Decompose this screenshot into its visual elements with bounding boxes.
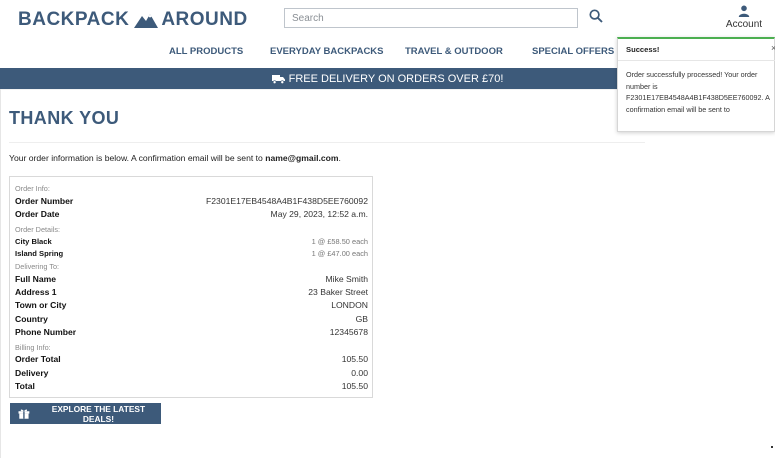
section-heading-delivering-to: Delivering To:	[15, 261, 60, 271]
order-intro-text: Your order information is below. A confi…	[9, 153, 341, 163]
scroll-indicator	[771, 446, 773, 448]
nav-item-everyday-backpacks[interactable]: EVERYDAY BACKPACKS	[270, 46, 384, 57]
total-value: 105.50	[341, 381, 368, 391]
divider	[9, 142, 645, 143]
section-heading-order-details: Order Details:	[15, 224, 61, 234]
order-summary-card: Order Info: Order Number F2301E17EB4548A…	[9, 176, 373, 398]
order-date-row: Order Date May 29, 2023, 12:52 a.m.	[15, 208, 368, 220]
gift-icon	[18, 409, 30, 419]
user-icon	[738, 5, 750, 17]
line-item-qty-price: 1 @ £47.00 each	[311, 248, 368, 258]
explore-deals-button[interactable]: EXPLORE THE LATEST DEALS!	[10, 403, 161, 424]
nav-item-travel-outdoor[interactable]: TRAVEL & OUTDOOR	[405, 46, 503, 57]
nav-item-all-products[interactable]: ALL PRODUCTS	[169, 46, 243, 57]
section-heading-billing-info: Billing Info:	[15, 342, 51, 352]
order-number-label: Order Number	[15, 196, 74, 206]
town-row: Town or City LONDON	[15, 299, 368, 311]
intro-suffix: .	[338, 153, 341, 163]
search-icon	[589, 9, 603, 23]
order-total-value: 105.50	[341, 354, 368, 364]
full-name-value: Mike Smith	[325, 274, 369, 284]
total-row: Total 105.50	[15, 380, 368, 392]
delivery-label: Delivery	[15, 368, 49, 378]
address1-label: Address 1	[15, 287, 57, 297]
line-item-name: Island Spring	[15, 248, 64, 258]
toast-title: Success!	[626, 45, 660, 54]
line-item: City Black 1 @ £58.50 each	[15, 235, 368, 247]
country-label: Country	[15, 314, 48, 324]
order-date-label: Order Date	[15, 209, 60, 219]
delivery-value: 0.00	[351, 368, 368, 378]
close-icon[interactable]: ×	[771, 43, 775, 53]
town-label: Town or City	[15, 300, 67, 310]
country-value: GB	[355, 314, 368, 324]
line-item-name: City Black	[15, 236, 52, 246]
order-total-label: Order Total	[15, 354, 61, 364]
address1-value: 23 Baker Street	[308, 287, 368, 297]
search-button[interactable]	[589, 9, 605, 25]
full-name-row: Full Name Mike Smith	[15, 273, 368, 285]
section-heading-order-info: Order Info:	[15, 183, 50, 193]
success-toast: Success! × Order successfully processed!…	[617, 37, 775, 132]
nav-item-special-offers[interactable]: SPECIAL OFFERS	[532, 46, 614, 57]
full-name-label: Full Name	[15, 274, 57, 284]
intro-prefix: Your order information is below. A confi…	[9, 153, 263, 163]
page-title: THANK YOU	[9, 108, 120, 128]
total-label: Total	[15, 381, 35, 391]
country-row: Country GB	[15, 313, 368, 325]
account-label: Account	[725, 19, 763, 30]
site-logo[interactable]: BACKPACK AROUND	[18, 8, 248, 32]
delivery-row: Delivery 0.00	[15, 367, 368, 379]
phone-value: 12345678	[329, 327, 368, 337]
address1-row: Address 1 23 Baker Street	[15, 286, 368, 298]
search-input[interactable]	[284, 8, 578, 28]
divider	[0, 89, 1, 458]
toast-message: Order successfully processed! Your order…	[626, 70, 770, 114]
mountain-icon	[134, 14, 159, 28]
phone-row: Phone Number 12345678	[15, 326, 368, 338]
line-item-qty-price: 1 @ £58.50 each	[311, 236, 368, 246]
line-item: Island Spring 1 @ £47.00 each	[15, 247, 368, 259]
brand-name-left: BACKPACK	[18, 9, 130, 30]
divider	[0, 89, 645, 90]
account-link[interactable]: Account	[724, 5, 764, 30]
order-number-row: Order Number F2301E17EB4548A4B1F438D5EE7…	[15, 195, 368, 207]
phone-label: Phone Number	[15, 327, 77, 337]
town-value: LONDON	[331, 300, 368, 310]
order-date-value: May 29, 2023, 12:52 a.m.	[270, 209, 368, 219]
explore-deals-label: EXPLORE THE LATEST DEALS!	[51, 403, 146, 424]
truck-icon	[271, 74, 285, 84]
brand-name-right: AROUND	[161, 9, 248, 30]
order-total-row: Order Total 105.50	[15, 353, 368, 365]
banner-text: FREE DELIVERY ON ORDERS OVER £70!	[288, 72, 504, 85]
toast-divider	[618, 60, 775, 61]
order-number-value: F2301E17EB4548A4B1F438D5EE760092	[206, 196, 368, 206]
intro-email: name@gmail.com	[265, 153, 339, 163]
